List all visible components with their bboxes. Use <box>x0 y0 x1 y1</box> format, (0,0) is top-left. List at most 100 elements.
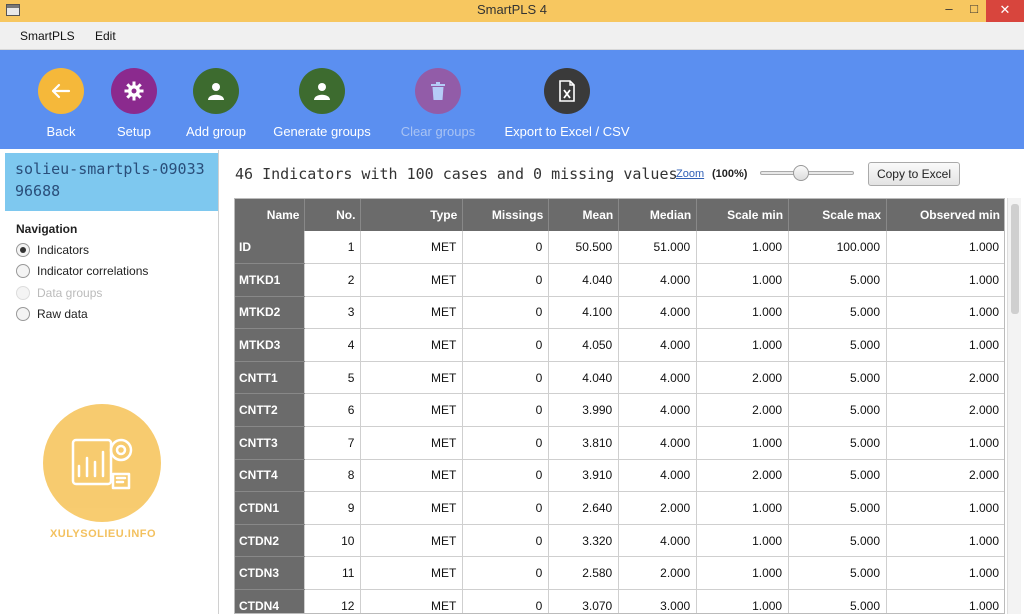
table-row[interactable]: CNTT1 5 MET 0 4.040 4.000 2.000 5.000 2.000 <box>235 361 1004 395</box>
copy-to-excel-button[interactable]: Copy to Excel <box>868 162 960 186</box>
table-cell[interactable]: 1.000 <box>696 491 790 525</box>
radio-raw-data[interactable] <box>16 307 30 321</box>
clear-groups-button[interactable]: Clear groups <box>400 68 476 139</box>
table-cell[interactable]: 3.000 <box>618 589 698 613</box>
table-cell[interactable]: 0 <box>462 589 550 613</box>
radio-indicators[interactable] <box>16 243 30 257</box>
table-cell[interactable]: 3.070 <box>548 589 620 613</box>
table-scrollbar[interactable] <box>1007 198 1021 614</box>
nav-indicators[interactable]: Indicators <box>16 243 89 257</box>
table-cell[interactable]: 100.000 <box>788 231 888 265</box>
table-cell[interactable]: 0 <box>462 361 550 395</box>
table-cell[interactable]: 50.500 <box>548 231 620 265</box>
table-cell[interactable]: 0 <box>462 328 550 362</box>
row-name-cell[interactable]: CTDN2 <box>235 524 306 558</box>
table-row[interactable]: CNTT2 6 MET 0 3.990 4.000 2.000 5.000 2.000 <box>235 393 1004 428</box>
table-cell[interactable]: 4 <box>304 328 362 362</box>
table-cell[interactable]: 2.000 <box>696 361 790 395</box>
table-row[interactable]: CNTT3 7 MET 0 3.810 4.000 1.000 5.000 1.000 <box>235 426 1004 460</box>
table-cell[interactable]: 2.000 <box>886 361 1004 395</box>
table-cell[interactable]: MET <box>360 589 464 613</box>
table-cell[interactable]: 0 <box>462 459 550 493</box>
table-cell[interactable]: 3 <box>304 296 362 330</box>
radio-data-groups[interactable] <box>16 286 30 300</box>
table-cell[interactable]: 5.000 <box>788 426 888 460</box>
radio-indicator-correlations[interactable] <box>16 264 30 278</box>
table-cell[interactable]: 0 <box>462 393 550 428</box>
close-button[interactable]: ✕ <box>986 0 1024 22</box>
column-header[interactable]: No. <box>304 199 362 231</box>
table-row[interactable]: MTKD1 2 MET 0 4.040 4.000 1.000 5.000 1.000 <box>235 263 1004 297</box>
table-cell[interactable]: MET <box>360 556 464 591</box>
column-header[interactable]: Missings <box>462 199 550 231</box>
row-name-cell[interactable]: MTKD3 <box>235 328 306 362</box>
table-cell[interactable]: MET <box>360 263 464 297</box>
table-cell[interactable]: 1.000 <box>696 328 790 362</box>
table-cell[interactable]: 2.000 <box>618 556 698 591</box>
table-row[interactable]: MTKD2 3 MET 0 4.100 4.000 1.000 5.000 1.000 <box>235 296 1004 330</box>
minimize-button[interactable]: – <box>938 0 960 22</box>
row-name-cell[interactable]: CNTT2 <box>235 393 306 428</box>
menu-edit[interactable]: Edit <box>95 29 116 43</box>
table-cell[interactable]: 1.000 <box>696 263 790 297</box>
table-cell[interactable]: 4.000 <box>618 263 698 297</box>
table-cell[interactable]: 3.810 <box>548 426 620 460</box>
nav-data-groups[interactable]: Data groups <box>16 286 102 300</box>
table-cell[interactable]: 0 <box>462 231 550 265</box>
table-cell[interactable]: 12 <box>304 589 362 613</box>
table-cell[interactable]: 10 <box>304 524 362 558</box>
row-name-cell[interactable]: CTDN1 <box>235 491 306 525</box>
table-cell[interactable]: 7 <box>304 426 362 460</box>
table-cell[interactable]: 1.000 <box>886 231 1004 265</box>
table-cell[interactable]: 2.000 <box>696 459 790 493</box>
table-cell[interactable]: 11 <box>304 556 362 591</box>
table-cell[interactable]: 8 <box>304 459 362 493</box>
row-name-cell[interactable]: CNTT1 <box>235 361 306 395</box>
table-cell[interactable]: 5.000 <box>788 296 888 330</box>
table-cell[interactable]: 4.000 <box>618 459 698 493</box>
menu-smartpls[interactable]: SmartPLS <box>20 29 75 43</box>
row-name-cell[interactable]: MTKD1 <box>235 263 306 297</box>
table-cell[interactable]: MET <box>360 361 464 395</box>
table-cell[interactable]: 9 <box>304 491 362 525</box>
maximize-button[interactable]: □ <box>963 0 985 22</box>
column-header[interactable]: Median <box>618 199 698 231</box>
export-excel-button[interactable]: Export to Excel / CSV <box>502 68 632 139</box>
row-name-cell[interactable]: MTKD2 <box>235 296 306 330</box>
table-cell[interactable]: 4.000 <box>618 296 698 330</box>
table-cell[interactable]: 5.000 <box>788 524 888 558</box>
row-name-cell[interactable]: ID <box>235 231 306 265</box>
table-cell[interactable]: 6 <box>304 393 362 428</box>
table-cell[interactable]: 5.000 <box>788 459 888 493</box>
table-cell[interactable]: MET <box>360 491 464 525</box>
table-cell[interactable]: MET <box>360 231 464 265</box>
table-cell[interactable]: 1.000 <box>696 426 790 460</box>
table-cell[interactable]: 4.040 <box>548 361 620 395</box>
column-header[interactable]: Name <box>235 199 306 231</box>
table-row[interactable]: CTDN3 11 MET 0 2.580 2.000 1.000 5.000 1.000 <box>235 556 1004 591</box>
table-cell[interactable]: MET <box>360 296 464 330</box>
table-cell[interactable]: 4.000 <box>618 328 698 362</box>
table-cell[interactable]: 5.000 <box>788 556 888 591</box>
table-cell[interactable]: 1.000 <box>886 524 1004 558</box>
table-cell[interactable]: 1.000 <box>886 263 1004 297</box>
scrollbar-thumb[interactable] <box>1011 204 1019 314</box>
table-cell[interactable]: 1.000 <box>886 296 1004 330</box>
table-cell[interactable]: 1.000 <box>886 491 1004 525</box>
table-cell[interactable]: MET <box>360 524 464 558</box>
table-cell[interactable]: 5.000 <box>788 263 888 297</box>
table-cell[interactable]: 2 <box>304 263 362 297</box>
table-cell[interactable]: 4.000 <box>618 393 698 428</box>
zoom-slider-thumb[interactable] <box>793 165 809 181</box>
table-cell[interactable]: 0 <box>462 296 550 330</box>
row-name-cell[interactable]: CNTT4 <box>235 459 306 493</box>
row-name-cell[interactable]: CNTT3 <box>235 426 306 460</box>
table-cell[interactable]: 3.910 <box>548 459 620 493</box>
table-cell[interactable]: 4.000 <box>618 426 698 460</box>
table-cell[interactable]: 3.320 <box>548 524 620 558</box>
table-cell[interactable]: 1.000 <box>886 556 1004 591</box>
table-cell[interactable]: 51.000 <box>618 231 698 265</box>
table-cell[interactable]: 2.000 <box>886 459 1004 493</box>
table-cell[interactable]: MET <box>360 328 464 362</box>
table-cell[interactable]: 2.580 <box>548 556 620 591</box>
